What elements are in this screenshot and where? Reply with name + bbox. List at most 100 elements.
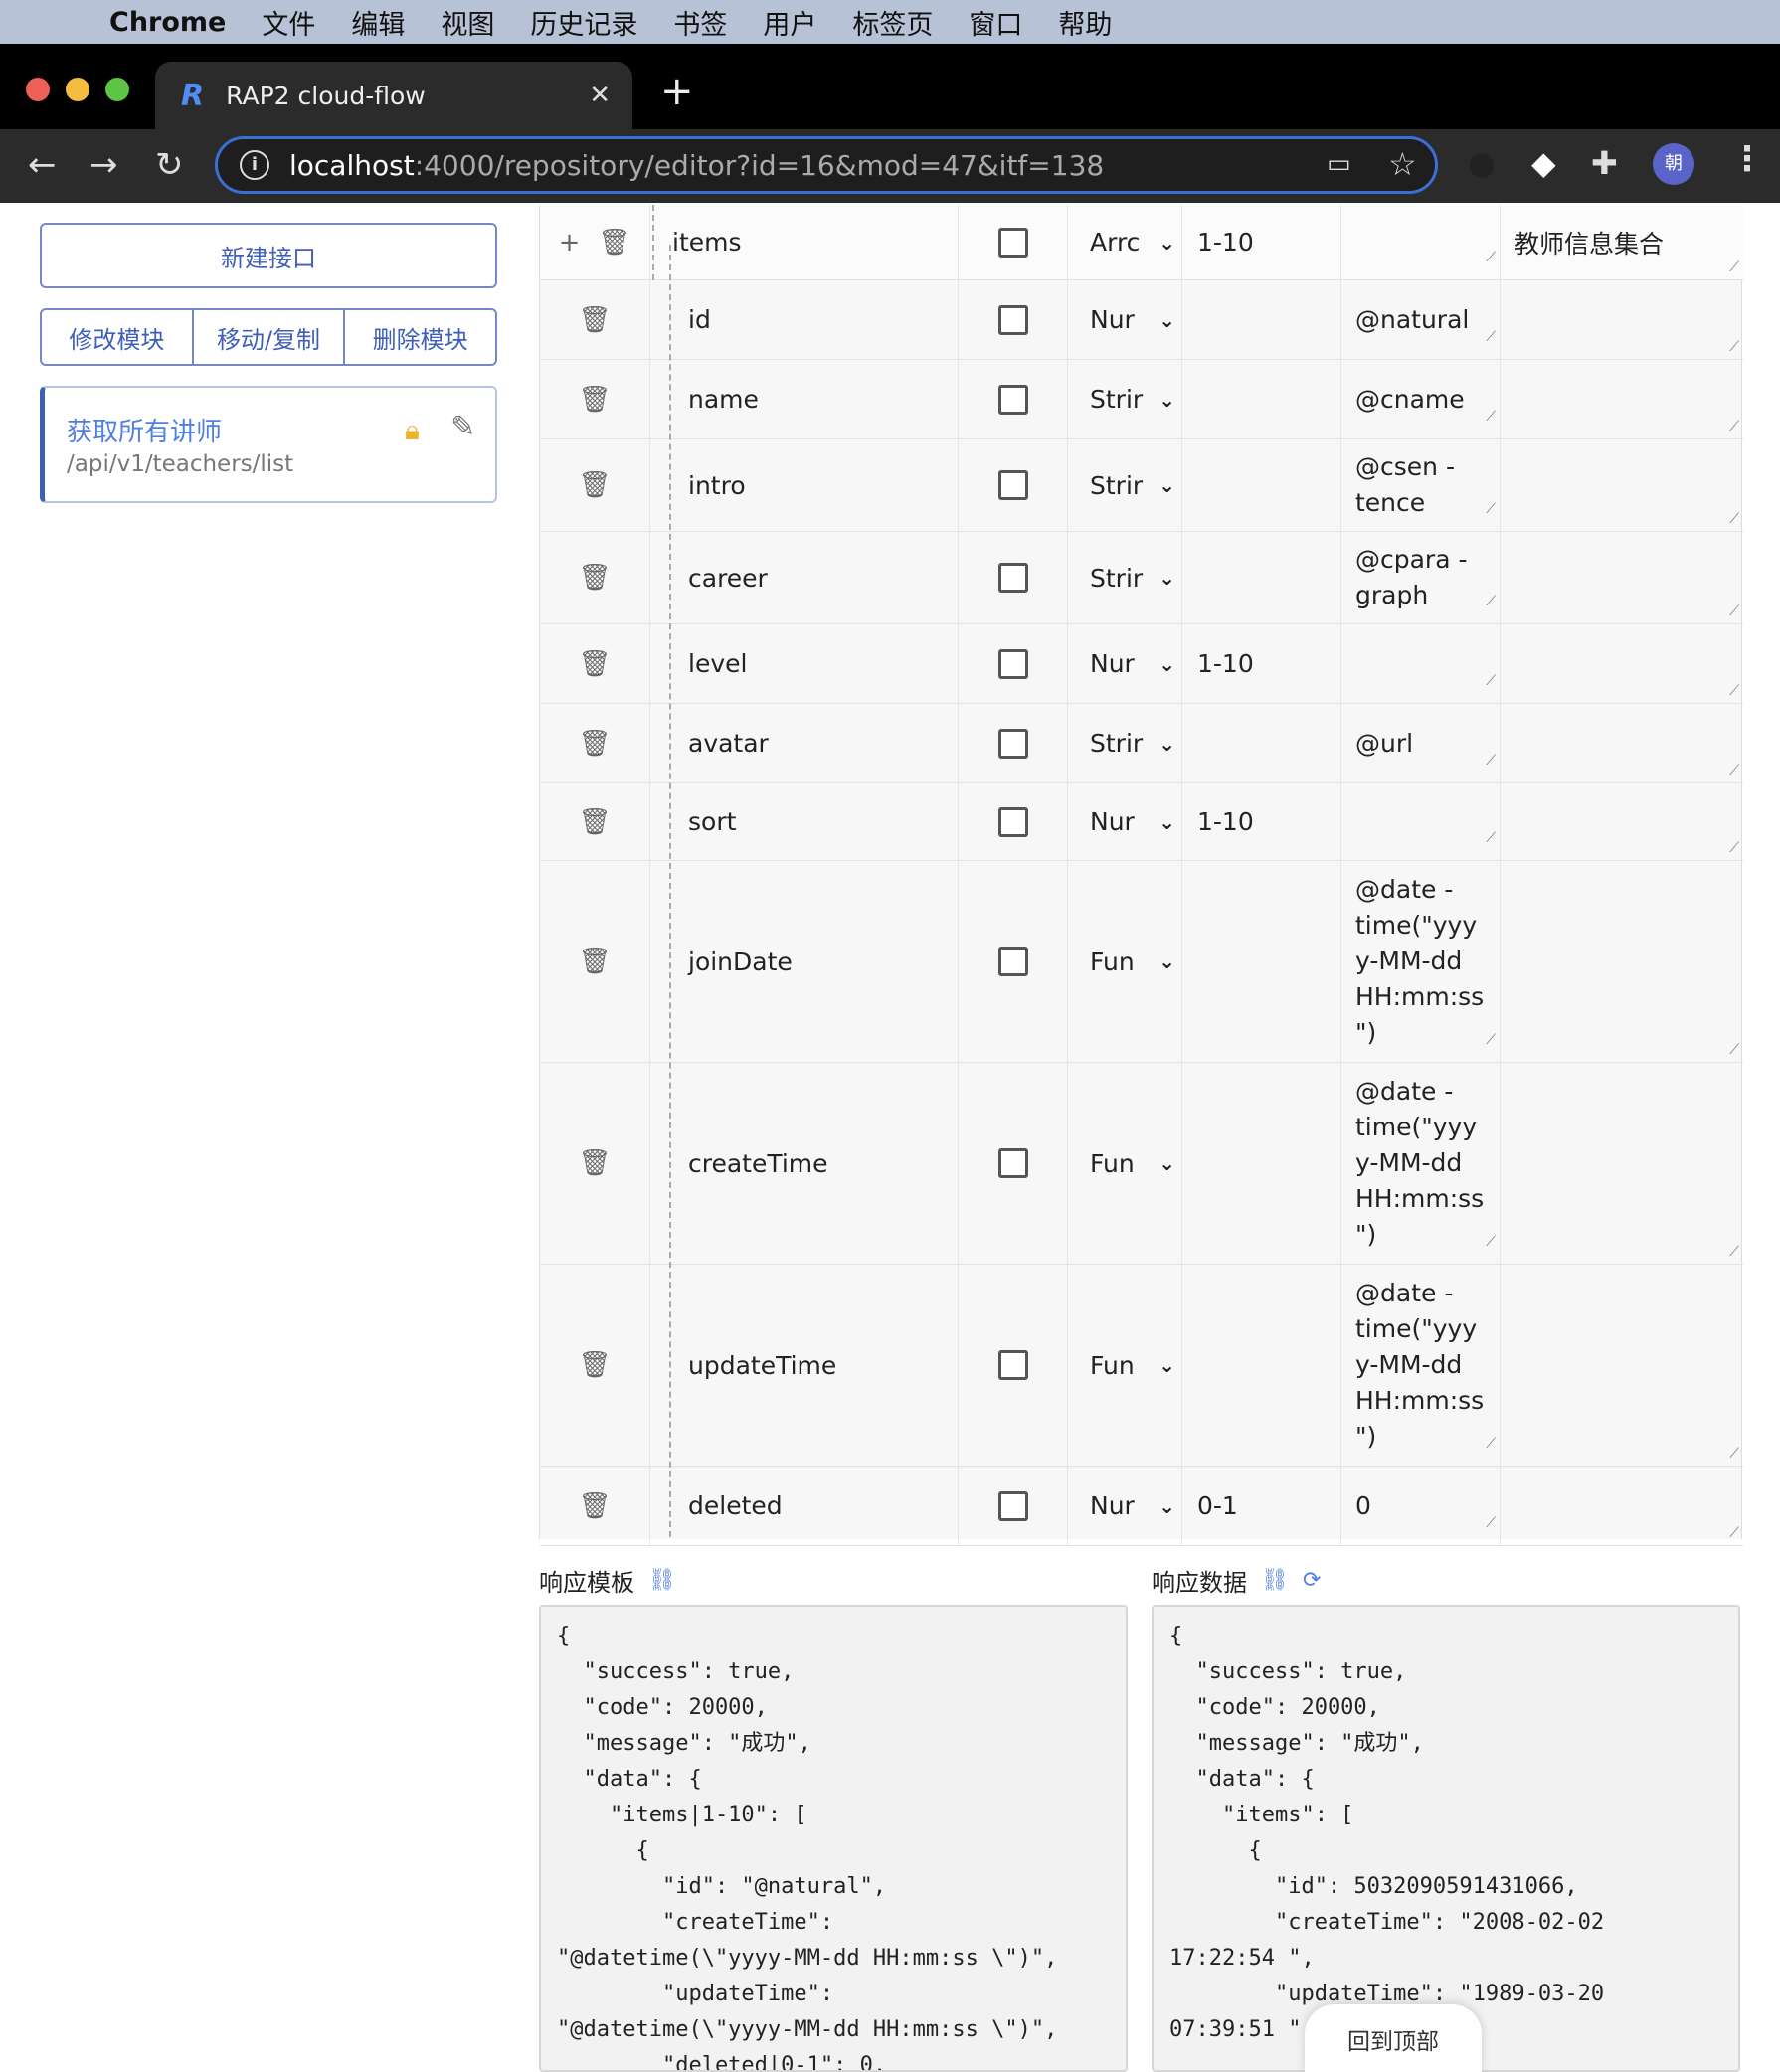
value-textarea[interactable]: @url ⟋ [1340, 704, 1500, 782]
value-textarea[interactable]: @cpara - graph ⟋ [1340, 532, 1500, 623]
resize-handle-icon[interactable]: ⟋ [1729, 1042, 1739, 1058]
resize-handle-icon[interactable]: ⟋ [1729, 511, 1739, 527]
delete-trash-icon[interactable]: 🗑︎ [578, 947, 611, 976]
resize-handle-icon[interactable]: ⟋ [1486, 820, 1496, 856]
type-select[interactable]: Nur ⌄ [1067, 1467, 1181, 1545]
resize-handle-icon[interactable]: ⟋ [1486, 663, 1496, 699]
property-name[interactable]: avatar [649, 704, 958, 782]
close-tab-icon[interactable]: ✕ [589, 81, 611, 110]
required-checkbox[interactable] [997, 304, 1028, 335]
value-textarea[interactable]: 0 ⟋ [1340, 1467, 1500, 1545]
property-name[interactable]: id [649, 280, 958, 359]
resize-handle-icon[interactable]: ⟋ [1729, 604, 1739, 619]
delete-trash-icon[interactable]: 🗑︎ [578, 729, 611, 759]
description-textarea[interactable]: ⟋ [1500, 1063, 1743, 1264]
description-textarea[interactable]: ⟋ [1500, 439, 1743, 531]
property-name[interactable]: createTime [649, 1063, 958, 1264]
resize-handle-icon[interactable]: ⟋ [1486, 491, 1496, 527]
rule-input[interactable]: 1-10 [1181, 624, 1340, 703]
type-select[interactable]: Strir ⌄ [1067, 439, 1181, 531]
back-arrow-icon[interactable]: ← [28, 145, 57, 185]
back-to-top-button[interactable]: 回到顶部 [1305, 2004, 1482, 2072]
interface-card[interactable]: 获取所有讲师 /api/v1/teachers/list 🔒︎ ✎ [40, 386, 497, 503]
move-copy-module-button[interactable]: 移动/复制 [194, 310, 346, 364]
description-textarea[interactable]: ⟋ [1500, 360, 1743, 438]
delete-trash-icon[interactable]: 🗑︎ [578, 649, 611, 679]
type-select[interactable]: Fun ⌄ [1067, 861, 1181, 1062]
new-interface-button[interactable]: 新建接口 [40, 223, 497, 288]
value-textarea[interactable]: ⟋ [1340, 624, 1500, 703]
edit-module-button[interactable]: 修改模块 [42, 310, 194, 364]
lock-icon[interactable]: 🔒︎ [405, 414, 420, 447]
description-textarea[interactable]: ⟋ [1500, 280, 1743, 359]
delete-trash-icon[interactable]: 🗑︎ [578, 1148, 611, 1178]
required-checkbox[interactable] [997, 470, 1028, 500]
value-textarea[interactable]: @natural ⟋ [1340, 280, 1500, 359]
bookmark-star-icon[interactable]: ☆ [1388, 145, 1417, 183]
refresh-icon[interactable]: ⟳ [1303, 1568, 1321, 1593]
type-select[interactable]: Nur ⌄ [1067, 783, 1181, 860]
resize-handle-icon[interactable]: ⟋ [1486, 1224, 1496, 1260]
site-info-icon[interactable]: i [240, 150, 269, 180]
resize-handle-icon[interactable]: ⟋ [1486, 584, 1496, 619]
link-icon[interactable]: ⛓ [1261, 1568, 1289, 1593]
value-textarea[interactable]: @date - time("yyyy-MM-dd HH:mm:ss ") ⟋ [1340, 1265, 1500, 1466]
edit-pencil-icon[interactable]: ✎ [450, 410, 475, 444]
menu-item[interactable]: 历史记录 [530, 3, 637, 42]
property-name[interactable]: deleted [649, 1467, 958, 1545]
type-select[interactable]: Fun ⌄ [1067, 1265, 1181, 1466]
type-select[interactable]: Nur ⌄ [1067, 624, 1181, 703]
new-tab-icon[interactable]: + [660, 70, 694, 113]
property-name[interactable]: items [649, 205, 958, 279]
browser-tab[interactable]: R RAP2 cloud-flow ✕ [155, 62, 632, 129]
resize-handle-icon[interactable]: ⟋ [1486, 240, 1496, 275]
delete-trash-icon[interactable]: 🗑︎ [578, 807, 611, 837]
window-zoom-button[interactable] [105, 78, 129, 101]
resize-handle-icon[interactable]: ⟋ [1729, 419, 1739, 434]
resize-handle-icon[interactable]: ⟋ [1486, 399, 1496, 434]
puzzle-extensions-icon[interactable]: ✚ [1591, 143, 1618, 183]
rule-input[interactable] [1181, 280, 1340, 359]
property-name[interactable]: name [649, 360, 958, 438]
rule-input[interactable] [1181, 1063, 1340, 1264]
description-textarea[interactable]: ⟋ [1500, 1265, 1743, 1466]
menu-item[interactable]: 用户 [763, 3, 816, 42]
menu-item[interactable]: 编辑 [351, 3, 405, 42]
menu-item[interactable]: 文件 [262, 3, 315, 42]
resize-handle-icon[interactable]: ⟋ [1729, 683, 1739, 699]
type-select[interactable]: Strir ⌄ [1067, 704, 1181, 782]
menu-item[interactable]: 窗口 [969, 3, 1022, 42]
resize-handle-icon[interactable]: ⟋ [1729, 840, 1739, 856]
property-name[interactable]: intro [649, 439, 958, 531]
value-textarea[interactable]: ⟋ [1340, 205, 1500, 279]
delete-trash-icon[interactable]: 🗑︎ [578, 1491, 611, 1521]
interface-name[interactable]: 获取所有讲师 [67, 412, 222, 448]
menu-item[interactable]: 视图 [441, 3, 494, 42]
value-textarea[interactable]: @cname ⟋ [1340, 360, 1500, 438]
value-textarea[interactable]: @csen - tence ⟋ [1340, 439, 1500, 531]
property-name[interactable]: sort [649, 783, 958, 860]
rule-input[interactable] [1181, 704, 1340, 782]
delete-trash-icon[interactable]: 🗑︎ [578, 563, 611, 593]
property-name[interactable]: career [649, 532, 958, 623]
required-checkbox[interactable] [997, 728, 1028, 759]
menu-item[interactable]: 标签页 [852, 3, 933, 42]
chrome-menu-icon[interactable]: ⋮ [1730, 139, 1764, 179]
rule-input[interactable] [1181, 360, 1340, 438]
resize-handle-icon[interactable]: ⟋ [1729, 763, 1739, 778]
delete-trash-icon[interactable]: 🗑︎ [578, 305, 611, 335]
required-checkbox[interactable] [997, 648, 1028, 679]
type-select[interactable]: Fun ⌄ [1067, 1063, 1181, 1264]
required-checkbox[interactable] [997, 1148, 1028, 1178]
value-textarea[interactable]: @date - time("yyyy-MM-dd HH:mm:ss ") ⟋ [1340, 861, 1500, 1062]
rule-input[interactable] [1181, 1265, 1340, 1466]
value-textarea[interactable]: @date - time("yyyy-MM-dd HH:mm:ss ") ⟋ [1340, 1063, 1500, 1264]
required-checkbox[interactable] [997, 1490, 1028, 1521]
resize-handle-icon[interactable]: ⟋ [1729, 339, 1739, 355]
cast-icon[interactable]: ▭ [1327, 149, 1351, 179]
resize-handle-icon[interactable]: ⟋ [1486, 1426, 1496, 1462]
description-textarea[interactable]: 教师信息集合 ⟋ [1500, 205, 1743, 279]
delete-trash-icon[interactable]: 🗑︎ [578, 470, 611, 500]
rule-input[interactable] [1181, 532, 1340, 623]
required-checkbox[interactable] [997, 947, 1028, 976]
